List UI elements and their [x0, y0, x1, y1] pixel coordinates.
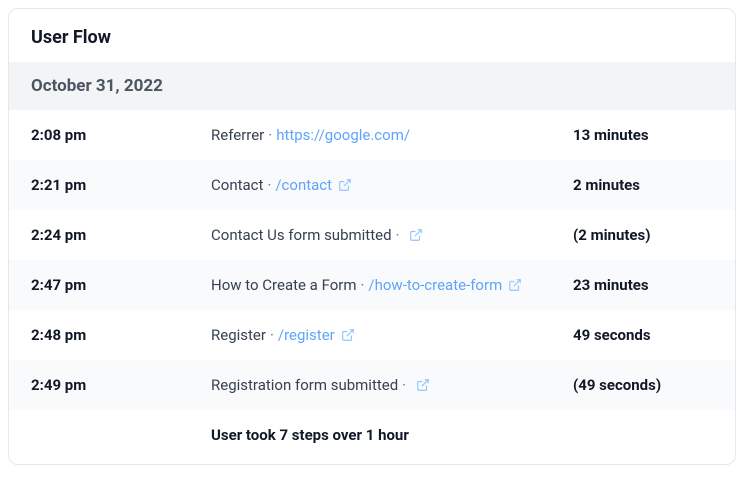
external-link-icon[interactable]: [508, 278, 522, 292]
row-time: 2:47 pm: [31, 276, 211, 294]
summary-text: User took 7 steps over 1 hour: [211, 426, 409, 444]
row-description: Contact·/contact: [211, 176, 573, 194]
separator: ·: [268, 126, 272, 144]
external-link-icon[interactable]: [409, 228, 423, 242]
row-time: 2:08 pm: [31, 126, 211, 144]
card-title: User Flow: [9, 9, 735, 62]
row-link[interactable]: /contact: [275, 176, 332, 194]
summary-row: User took 7 steps over 1 hour: [9, 410, 735, 464]
flow-row: 2:08 pmReferrer·https://google.com/13 mi…: [9, 110, 735, 160]
separator: ·: [270, 326, 274, 344]
row-link[interactable]: /how-to-create-form: [368, 276, 502, 294]
row-link[interactable]: https://google.com/: [276, 126, 410, 144]
row-time: 2:21 pm: [31, 176, 211, 194]
row-description: Referrer·https://google.com/: [211, 126, 573, 144]
summary-spacer: [31, 426, 211, 444]
external-link-icon[interactable]: [338, 178, 352, 192]
row-description: Register·/register: [211, 326, 573, 344]
user-flow-card: User Flow October 31, 2022 2:08 pmReferr…: [8, 8, 736, 465]
row-label: Contact Us form submitted: [211, 226, 392, 244]
rows-container: 2:08 pmReferrer·https://google.com/13 mi…: [9, 110, 735, 410]
row-label: Registration form submitted: [211, 376, 398, 394]
external-link-icon[interactable]: [416, 378, 430, 392]
row-description: Contact Us form submitted·: [211, 226, 573, 244]
row-time: 2:49 pm: [31, 376, 211, 394]
flow-row: 2:49 pmRegistration form submitted·(49 s…: [9, 360, 735, 410]
flow-row: 2:24 pmContact Us form submitted·(2 minu…: [9, 210, 735, 260]
row-description: How to Create a Form·/how-to-create-form: [211, 276, 573, 294]
separator: ·: [402, 376, 406, 394]
row-time: 2:48 pm: [31, 326, 211, 344]
flow-row: 2:21 pmContact·/contact2 minutes: [9, 160, 735, 210]
row-duration: (2 minutes): [573, 226, 713, 244]
flow-row: 2:48 pmRegister·/register49 seconds: [9, 310, 735, 360]
separator: ·: [396, 226, 400, 244]
row-duration: 23 minutes: [573, 276, 713, 294]
row-duration: 13 minutes: [573, 126, 713, 144]
row-duration: 2 minutes: [573, 176, 713, 194]
flow-row: 2:47 pmHow to Create a Form·/how-to-crea…: [9, 260, 735, 310]
row-label: How to Create a Form: [211, 276, 357, 294]
row-duration: (49 seconds): [573, 376, 713, 394]
external-link-icon[interactable]: [341, 328, 355, 342]
separator: ·: [361, 276, 365, 294]
row-label: Register: [211, 326, 266, 344]
date-header: October 31, 2022: [9, 62, 735, 110]
row-link[interactable]: /register: [278, 326, 335, 344]
separator: ·: [267, 176, 271, 194]
row-duration: 49 seconds: [573, 326, 713, 344]
row-time: 2:24 pm: [31, 226, 211, 244]
row-label: Contact: [211, 176, 263, 194]
row-description: Registration form submitted·: [211, 376, 573, 394]
row-label: Referrer: [211, 126, 264, 144]
